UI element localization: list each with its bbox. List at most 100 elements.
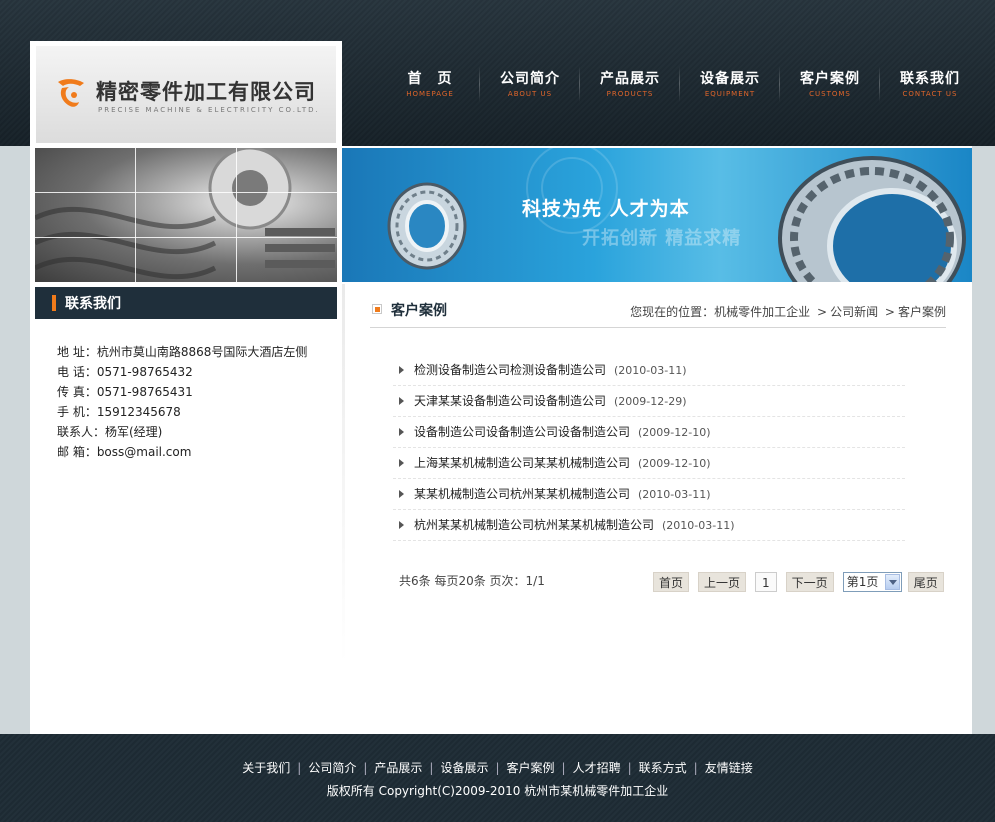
- logo-panel: 精密零件加工有限公司 PRECISE MACHINE & ELECTRICITY…: [36, 46, 336, 143]
- logo-box[interactable]: 精密零件加工有限公司 PRECISE MACHINE & ELECTRICITY…: [30, 41, 342, 148]
- contact-section-header: 联系我们: [35, 287, 337, 319]
- case-title[interactable]: 上海某某机械制造公司某某机械制造公司: [414, 456, 630, 470]
- main-nav: 首 页 HOMEPAGE 公司简介 ABOUT US 产品展示 PRODUCTS…: [380, 66, 980, 108]
- next-page-button[interactable]: 下一页: [785, 572, 834, 592]
- case-date: (2010-03-11): [614, 364, 687, 377]
- case-title[interactable]: 检测设备制造公司检测设备制造公司: [414, 363, 606, 377]
- nav-label-en: CONTACT US: [902, 90, 958, 98]
- nav-item-equipment[interactable]: 设备展示 EQUIPMENT: [679, 66, 780, 102]
- photo-grid-line: [135, 148, 136, 282]
- footer-link-friends[interactable]: 友情链接: [705, 761, 753, 775]
- gear-illustration: [35, 148, 335, 280]
- section-bullet-icon: [372, 304, 382, 314]
- bullet-arrow-icon: [399, 490, 404, 498]
- footer-separator: |: [561, 761, 566, 775]
- case-item[interactable]: 杭州某某机械制造公司杭州某某机械制造公司 (2010-03-11): [393, 510, 905, 541]
- nav-label-en: ABOUT US: [507, 90, 553, 98]
- nav-item-contact[interactable]: 联系我们 CONTACT US: [879, 66, 980, 102]
- banner-subslogan: 开拓创新 精益求精: [582, 228, 742, 249]
- first-page-button[interactable]: 首页: [653, 572, 690, 592]
- footer-separator: |: [429, 761, 434, 775]
- contact-address: 地 址：杭州市莫山南路8868号国际大酒店左侧: [57, 345, 308, 359]
- accent-bar: [52, 295, 56, 311]
- footer-separator: |: [297, 761, 302, 775]
- page-select[interactable]: 第1页: [842, 572, 902, 592]
- photo-grid-line: [35, 192, 337, 193]
- nav-label-cn: 公司简介: [500, 71, 560, 87]
- case-item[interactable]: 某某机械制造公司杭州某某机械制造公司 (2010-03-11): [393, 479, 905, 510]
- case-item[interactable]: 设备制造公司设备制造公司设备制造公司 (2009-12-10): [393, 417, 905, 448]
- company-name-cn: 精密零件加工有限公司: [96, 79, 316, 104]
- copyright: 版权所有 Copyright(C)2009-2010 杭州市某机械零件加工企业: [326, 784, 669, 798]
- footer-link-contact[interactable]: 联系方式: [639, 761, 687, 775]
- gear-photo: [35, 148, 337, 282]
- nav-label-cn: 首 页: [407, 71, 453, 87]
- photo-grid-line: [236, 148, 237, 282]
- contact-title: 联系我们: [65, 296, 121, 312]
- bullet-arrow-icon: [399, 428, 404, 436]
- breadcrumb-prefix: 您现在的位置：: [630, 305, 715, 319]
- footer-link-products[interactable]: 产品展示: [374, 761, 422, 775]
- bullet-arrow-icon: [399, 366, 404, 374]
- bullet-arrow-icon: [399, 521, 404, 529]
- nav-label-en: CUSTOMS: [809, 90, 851, 98]
- nav-label-en: EQUIPMENT: [704, 90, 756, 98]
- nav-item-customs[interactable]: 客户案例 CUSTOMS: [779, 66, 880, 102]
- page-select-value: 第1页: [846, 575, 879, 589]
- footer: 关于我们 | 公司简介 | 产品展示 | 设备展示 | 客户案例 | 人才招聘 | 联系方式 | 友情链接 …: [0, 734, 995, 822]
- nav-item-about[interactable]: 公司简介 ABOUT US: [479, 66, 580, 102]
- case-title[interactable]: 某某机械制造公司杭州某某机械制造公司: [414, 487, 630, 501]
- breadcrumb-separator: >: [817, 305, 828, 319]
- breadcrumb-item-news[interactable]: 公司新闻: [830, 305, 878, 319]
- nav-label-cn: 客户案例: [800, 71, 860, 87]
- footer-separator: |: [495, 761, 500, 775]
- banner-slogan: 科技为先 人才为本: [522, 198, 690, 220]
- case-date: (2009-12-29): [614, 395, 687, 408]
- case-item[interactable]: 天津某某设备制造公司设备制造公司 (2009-12-29): [393, 386, 905, 417]
- case-date: (2010-03-11): [638, 488, 711, 501]
- hero-banner: 科技为先 人才为本 开拓创新 精益求精: [342, 148, 972, 282]
- column-divider: [342, 284, 345, 664]
- main-title-row: 客户案例 您现在的位置：机械零件加工企业 > 公司新闻 > 客户案例: [370, 294, 946, 328]
- footer-link-jobs[interactable]: 人才招聘: [573, 761, 621, 775]
- pager-info: 共6条 每页20条 页次：1/1: [399, 574, 545, 588]
- nav-label-en: HOMEPAGE: [406, 90, 454, 98]
- footer-separator: |: [693, 761, 698, 775]
- footer-separator: |: [363, 761, 368, 775]
- photo-grid-line: [35, 237, 337, 238]
- contact-person: 联系人：杨军(经理): [57, 425, 163, 439]
- nav-item-homepage[interactable]: 首 页 HOMEPAGE: [380, 68, 480, 102]
- contact-mobile: 手 机：15912345678: [57, 405, 181, 419]
- case-date: (2009-12-10): [638, 426, 711, 439]
- chevron-down-icon[interactable]: [884, 574, 900, 590]
- contact-email: 邮 箱：boss@mail.com: [57, 445, 192, 459]
- case-title[interactable]: 设备制造公司设备制造公司设备制造公司: [414, 425, 630, 439]
- case-date: (2009-12-10): [638, 457, 711, 470]
- page-number-current[interactable]: 1: [755, 572, 777, 592]
- breadcrumb-item-current[interactable]: 客户案例: [898, 305, 946, 319]
- company-name-en: PRECISE MACHINE & ELECTRICITY CO.LTD.: [98, 106, 320, 114]
- footer-link-about[interactable]: 关于我们: [242, 761, 290, 775]
- bullet-arrow-icon: [399, 459, 404, 467]
- case-title[interactable]: 杭州某某机械制造公司杭州某某机械制造公司: [414, 518, 654, 532]
- footer-link-equipment[interactable]: 设备展示: [440, 761, 488, 775]
- case-title[interactable]: 天津某某设备制造公司设备制造公司: [414, 394, 606, 408]
- footer-separator: |: [627, 761, 632, 775]
- case-list: 检测设备制造公司检测设备制造公司 (2010-03-11) 天津某某设备制造公司设…: [393, 355, 905, 541]
- case-item[interactable]: 检测设备制造公司检测设备制造公司 (2010-03-11): [393, 355, 905, 386]
- footer-links: 关于我们 | 公司简介 | 产品展示 | 设备展示 | 客户案例 | 人才招聘 | 联系方式 | 友情链接: [0, 759, 995, 776]
- page-title: 客户案例: [391, 303, 447, 319]
- nav-label-cn: 设备展示: [700, 71, 760, 87]
- contact-fax: 传 真：0571-98765431: [57, 385, 193, 399]
- last-page-button[interactable]: 尾页: [907, 572, 944, 592]
- prev-page-button[interactable]: 上一页: [698, 572, 747, 592]
- footer-link-intro[interactable]: 公司简介: [308, 761, 356, 775]
- bullet-arrow-icon: [399, 397, 404, 405]
- case-date: (2010-03-11): [662, 519, 735, 532]
- breadcrumb-separator: >: [884, 305, 895, 319]
- nav-item-products[interactable]: 产品展示 PRODUCTS: [579, 66, 680, 102]
- breadcrumb-item-home[interactable]: 机械零件加工企业: [714, 305, 810, 319]
- contact-phone: 电 话：0571-98765432: [57, 365, 193, 379]
- case-item[interactable]: 上海某某机械制造公司某某机械制造公司 (2009-12-10): [393, 448, 905, 479]
- footer-link-cases[interactable]: 客户案例: [507, 761, 555, 775]
